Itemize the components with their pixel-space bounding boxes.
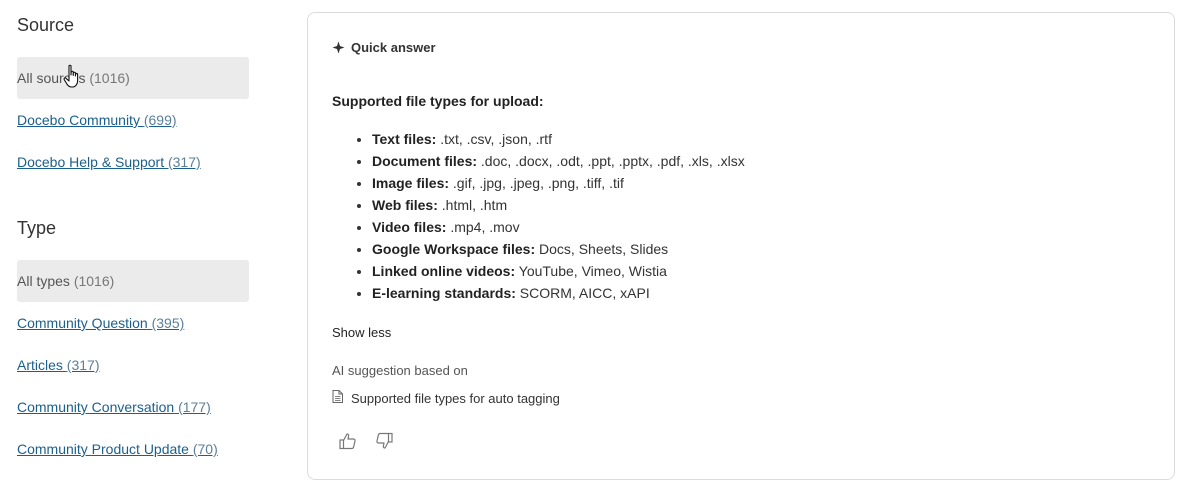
thumbs-up-icon[interactable]	[338, 431, 358, 451]
source-filter-list: All sources (1016) Docebo Community (699…	[17, 57, 249, 183]
item-label: Web files:	[372, 197, 438, 213]
item-value: Docs, Sheets, Slides	[535, 241, 669, 257]
filter-type-all[interactable]: All types (1016)	[17, 260, 249, 302]
filter-source-docebo-community[interactable]: Docebo Community (699)	[17, 99, 249, 141]
list-item: Google Workspace files: Docs, Sheets, Sl…	[372, 238, 745, 260]
item-label: Text files:	[372, 131, 437, 147]
filter-type-community-product-update[interactable]: Community Product Update (70)	[17, 428, 249, 470]
feedback-buttons	[338, 431, 394, 451]
filter-count: (1016)	[73, 273, 115, 289]
type-filter-list: All types (1016) Community Question (395…	[17, 260, 249, 470]
filter-label: Articles	[17, 357, 63, 373]
item-value: .txt, .csv, .json, .rtf	[436, 131, 552, 147]
filter-count: (177)	[178, 399, 211, 415]
list-item: Web files: .html, .htm	[372, 194, 745, 216]
list-item: E-learning standards: SCORM, AICC, xAPI	[372, 282, 745, 304]
filter-count: (395)	[151, 315, 185, 331]
filter-count: (317)	[167, 154, 201, 170]
filter-source-help-support[interactable]: Docebo Help & Support (317)	[17, 141, 249, 183]
source-section-title: Source	[17, 15, 75, 35]
filter-type-community-conversation[interactable]: Community Conversation (177)	[17, 386, 249, 428]
filter-type-articles[interactable]: Articles (317)	[17, 344, 249, 386]
type-section-title: Type	[17, 218, 57, 238]
document-icon	[332, 390, 343, 406]
filter-type-community-question[interactable]: Community Question (395)	[17, 302, 249, 344]
filter-count: (70)	[192, 441, 218, 457]
filter-label: Community Question	[17, 315, 148, 331]
quick-answer-header: Quick answer	[332, 40, 436, 55]
filter-count: (1016)	[89, 70, 130, 86]
quick-answer-label: Quick answer	[351, 40, 436, 55]
list-item: Image files: .gif, .jpg, .jpeg, .png, .t…	[372, 172, 745, 194]
suggestion-source-link[interactable]: Supported file types for auto tagging	[332, 390, 560, 406]
filter-label: Docebo Help & Support	[17, 154, 165, 170]
quick-answer-card: Quick answer Supported file types for up…	[307, 12, 1175, 480]
filter-source-all[interactable]: All sources (1016)	[17, 57, 249, 99]
sparkle-icon	[332, 41, 345, 54]
filter-label: Docebo Community	[17, 112, 140, 128]
item-label: Image files:	[372, 175, 450, 191]
show-less-button[interactable]: Show less	[332, 325, 391, 340]
item-value: .mp4, .mov	[446, 219, 520, 235]
item-label: E-learning standards:	[372, 285, 516, 301]
item-value: .html, .htm	[437, 197, 508, 213]
filter-label: All sources	[17, 70, 86, 86]
list-item: Text files: .txt, .csv, .json, .rtf	[372, 128, 745, 150]
source-title: Supported file types for auto tagging	[351, 390, 560, 406]
answer-title: Supported file types for upload:	[332, 93, 544, 109]
filter-count: (317)	[66, 357, 100, 373]
list-item: Document files: .doc, .docx, .odt, .ppt,…	[372, 150, 745, 172]
thumbs-down-icon[interactable]	[374, 431, 394, 451]
list-item: Linked online videos: YouTube, Vimeo, Wi…	[372, 260, 745, 282]
item-label: Video files:	[372, 219, 447, 235]
ai-suggestion-label: AI suggestion based on	[332, 363, 468, 378]
item-label: Linked online videos:	[372, 263, 516, 279]
filter-label: All types	[17, 273, 70, 289]
filter-label: Community Conversation	[17, 399, 175, 415]
filter-label: Community Product Update	[17, 441, 189, 457]
item-value: SCORM, AICC, xAPI	[515, 285, 650, 301]
file-types-list: Text files: .txt, .csv, .json, .rtf Docu…	[332, 128, 745, 304]
item-value: YouTube, Vimeo, Wistia	[515, 263, 667, 279]
filter-count: (699)	[143, 112, 177, 128]
item-label: Google Workspace files:	[372, 241, 536, 257]
item-value: .gif, .jpg, .jpeg, .png, .tiff, .tif	[449, 175, 624, 191]
item-value: .doc, .docx, .odt, .ppt, .pptx, .pdf, .x…	[477, 153, 745, 169]
list-item: Video files: .mp4, .mov	[372, 216, 745, 238]
item-label: Document files:	[372, 153, 478, 169]
